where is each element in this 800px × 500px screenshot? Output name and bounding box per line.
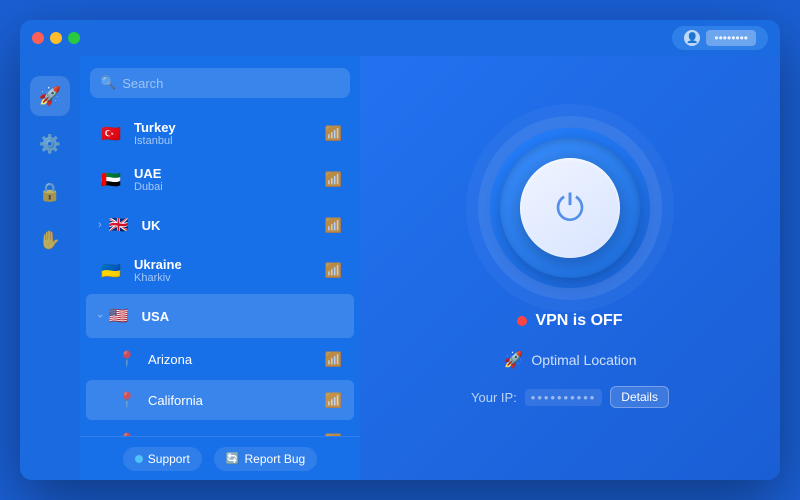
- search-icon: 🔍: [100, 75, 116, 91]
- server-name: Ukraine: [134, 257, 325, 272]
- signal-icon: 📶: [325, 217, 342, 234]
- bug-label: Report Bug: [245, 452, 306, 466]
- server-info-ukraine: Ukraine Kharkiv: [134, 257, 325, 284]
- bottom-bar: Support 🔄 Report Bug: [80, 436, 360, 480]
- search-input[interactable]: [122, 76, 340, 91]
- server-info-uk: UK: [142, 218, 325, 233]
- lock-icon: 🔒: [39, 182, 61, 203]
- main-panel: ⏻ VPN is OFF 🚀 Optimal Location Your IP:…: [360, 56, 780, 480]
- maximize-button[interactable]: [68, 32, 80, 44]
- settings-icon: ⚙️: [39, 134, 61, 155]
- list-item-arizona[interactable]: 📍 Arizona 📶: [86, 339, 354, 379]
- status-text: VPN is OFF: [535, 312, 622, 330]
- servers-icon: 🚀: [39, 86, 61, 107]
- pin-icon: 📍: [116, 389, 138, 411]
- app-window: 👤 •••••••• 🚀 ⚙️ 🔒 ✋ 🔍 🇹🇷: [20, 20, 780, 480]
- server-city: Istanbul: [134, 135, 325, 147]
- power-ring: ⏻: [490, 128, 650, 288]
- minimize-button[interactable]: [50, 32, 62, 44]
- server-city: Dubai: [134, 181, 325, 193]
- signal-icon: 📶: [325, 262, 342, 279]
- chevron-down-icon: ›: [94, 314, 106, 318]
- list-item-california[interactable]: 📍 California 📶: [86, 380, 354, 420]
- list-item[interactable]: 🇹🇷 Turkey Istanbul 📶: [86, 111, 354, 156]
- optimal-location: 🚀 Optimal Location: [504, 350, 637, 370]
- ip-value: ••••••••••: [525, 389, 603, 406]
- signal-icon: 📶: [325, 351, 342, 368]
- flag-uae: 🇦🇪: [98, 167, 124, 193]
- user-badge[interactable]: 👤 ••••••••: [672, 26, 768, 50]
- list-item[interactable]: 🇺🇦 Ukraine Kharkiv 📶: [86, 248, 354, 293]
- flag-ukraine: 🇺🇦: [98, 258, 124, 284]
- city-name: Arizona: [148, 352, 325, 367]
- list-item[interactable]: 🇦🇪 UAE Dubai 📶: [86, 157, 354, 202]
- server-list: 🇹🇷 Turkey Istanbul 📶 🇦🇪 UAE Dubai 📶 ›: [80, 106, 360, 480]
- power-button[interactable]: ⏻: [520, 158, 620, 258]
- hand-icon: ✋: [39, 230, 61, 251]
- status-dot-icon: [517, 316, 527, 326]
- sidebar-item-settings[interactable]: ⚙️: [30, 124, 70, 164]
- flag-usa: 🇺🇸: [106, 303, 132, 329]
- title-bar: 👤 ••••••••: [20, 20, 780, 56]
- report-bug-button[interactable]: 🔄 Report Bug: [214, 447, 317, 471]
- vpn-status: VPN is OFF: [517, 312, 622, 330]
- chevron-right-icon: ›: [98, 219, 102, 231]
- user-name: ••••••••: [706, 30, 756, 46]
- server-name: USA: [142, 309, 342, 324]
- signal-icon: 📶: [325, 171, 342, 188]
- sidebar-item-adblock[interactable]: ✋: [30, 220, 70, 260]
- bug-icon: 🔄: [226, 452, 240, 465]
- sidebar-item-security[interactable]: 🔒: [30, 172, 70, 212]
- flag-turkey: 🇹🇷: [98, 121, 124, 147]
- user-icon: 👤: [684, 30, 700, 46]
- server-info-usa: USA: [142, 309, 342, 324]
- support-button[interactable]: Support: [123, 447, 202, 471]
- signal-icon: 📶: [325, 392, 342, 409]
- title-bar-right: 👤 ••••••••: [672, 26, 768, 50]
- ip-row: Your IP: •••••••••• Details: [471, 386, 669, 408]
- server-name: Turkey: [134, 120, 325, 135]
- rocket-icon: 🚀: [504, 350, 524, 370]
- server-city: Kharkiv: [134, 272, 325, 284]
- signal-icon: 📶: [325, 125, 342, 142]
- power-icon: ⏻: [556, 190, 584, 226]
- server-info-uae: UAE Dubai: [134, 166, 325, 193]
- optimal-text: Optimal Location: [531, 352, 636, 368]
- sidebar-item-servers[interactable]: 🚀: [30, 76, 70, 116]
- server-name: UK: [142, 218, 325, 233]
- support-dot-icon: [135, 455, 143, 463]
- server-name: UAE: [134, 166, 325, 181]
- sidebar: 🚀 ⚙️ 🔒 ✋: [20, 56, 80, 480]
- server-panel: 🔍 🇹🇷 Turkey Istanbul 📶 🇦🇪 UAE Dubai: [80, 56, 360, 480]
- city-name: California: [148, 393, 325, 408]
- support-label: Support: [148, 452, 190, 466]
- details-button[interactable]: Details: [610, 386, 669, 408]
- flag-uk: 🇬🇧: [106, 212, 132, 238]
- search-bar: 🔍: [90, 68, 350, 98]
- server-info-turkey: Turkey Istanbul: [134, 120, 325, 147]
- close-button[interactable]: [32, 32, 44, 44]
- ip-label: Your IP:: [471, 390, 517, 405]
- list-item[interactable]: › 🇬🇧 UK 📶: [86, 203, 354, 247]
- pin-icon: 📍: [116, 348, 138, 370]
- list-item-usa[interactable]: › 🇺🇸 USA: [86, 294, 354, 338]
- window-controls: [32, 32, 80, 44]
